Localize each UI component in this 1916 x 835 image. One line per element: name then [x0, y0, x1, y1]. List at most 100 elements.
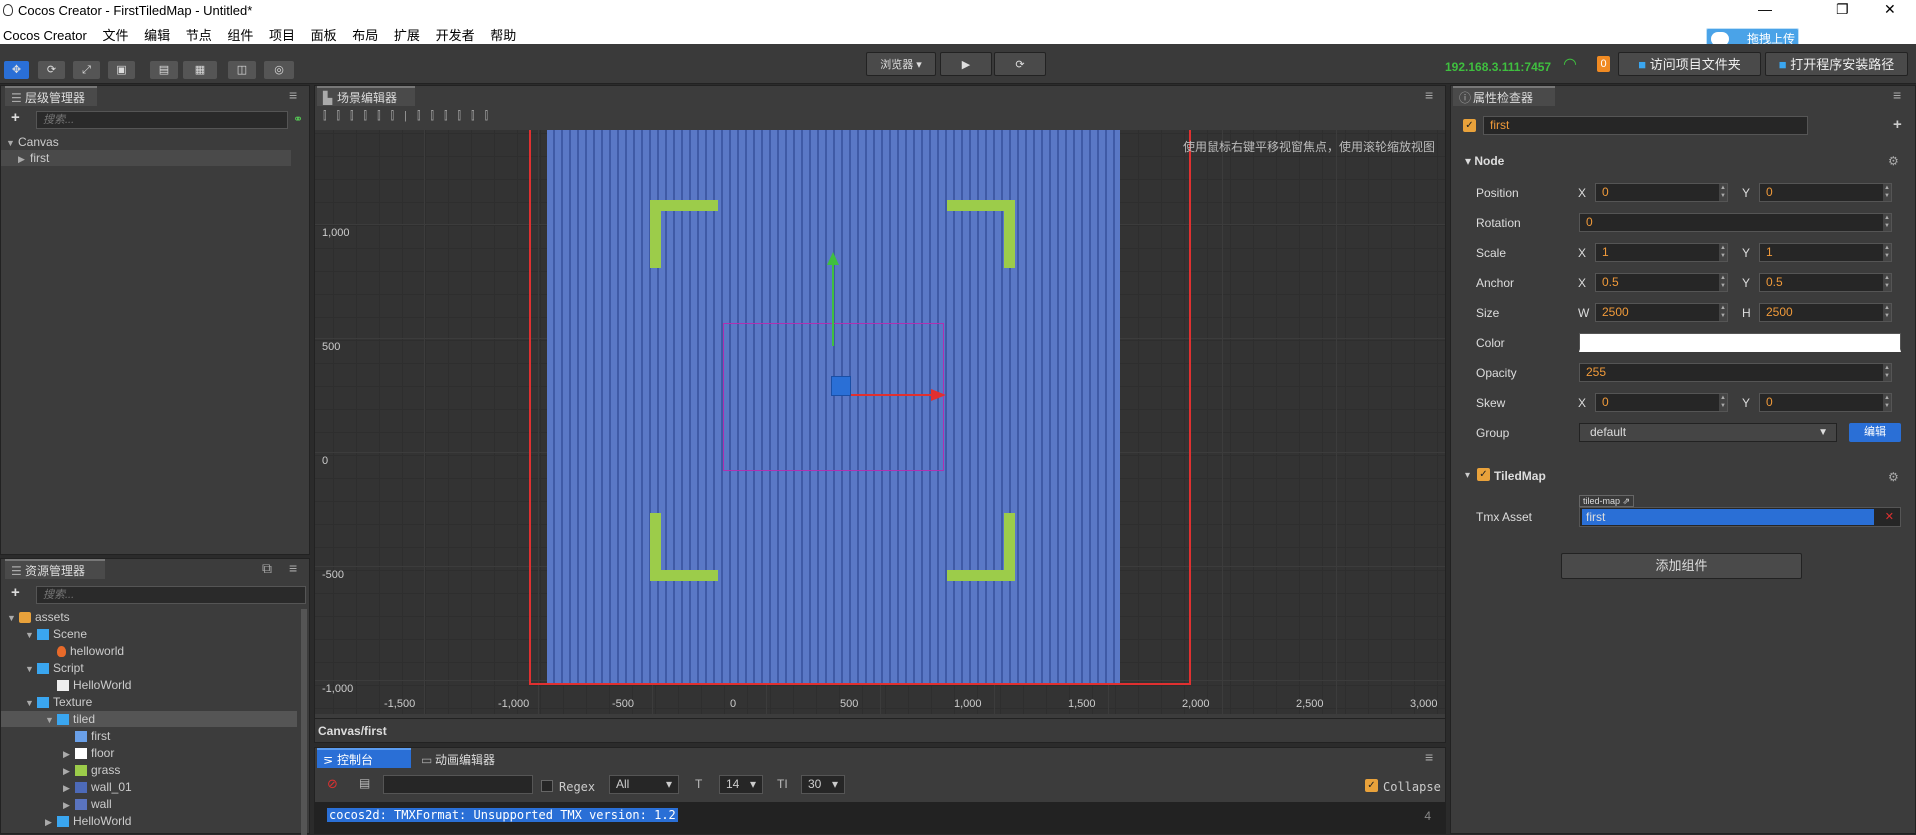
asset-item[interactable]: ▶ floor — [63, 745, 353, 761]
open-log-icon[interactable]: ▤ — [359, 776, 370, 790]
asset-item[interactable]: ▶ HelloWorld — [45, 813, 335, 829]
stepper-icon[interactable]: ▲ ▼ — [1883, 244, 1891, 261]
snap-toggle-button[interactable]: ◫ — [228, 61, 256, 79]
tab-hierarchy[interactable]: ☰ 层级管理器 — [5, 86, 97, 106]
tab-scene-editor[interactable]: ▙ 场景编辑器 — [317, 86, 415, 106]
asset-item-selected[interactable]: ▼ tiled — [1, 711, 297, 727]
tab-inspector[interactable]: ⓘ 属性检查器 — [1453, 86, 1555, 106]
scale-x-field[interactable]: 1 ▲ ▼ — [1595, 243, 1728, 262]
add-node-button[interactable]: + — [11, 109, 20, 126]
stepper-icon[interactable]: ▲ ▼ — [1883, 304, 1891, 321]
asset-item[interactable]: helloworld — [45, 643, 335, 659]
tiledmap-section-header[interactable]: TiledMap — [1494, 469, 1546, 483]
add-asset-button[interactable]: + — [11, 584, 20, 601]
tree-node-canvas[interactable]: ▼ Canvas — [6, 134, 296, 150]
asset-item[interactable]: ▼ assets — [7, 609, 297, 625]
play-button[interactable]: ▶ — [940, 52, 992, 76]
asset-item[interactable]: ▶ wall_01 — [63, 779, 353, 795]
stepper-icon[interactable]: ▲ ▼ — [1883, 184, 1891, 201]
log-level-select[interactable]: All ▾ — [609, 775, 679, 794]
tiledmap-collapse-arrow[interactable]: ▾ — [1465, 470, 1470, 481]
asset-item[interactable]: first — [63, 728, 353, 744]
tmx-asset-value[interactable]: first — [1582, 509, 1874, 525]
preview-platform-select[interactable]: 浏览器 ▾ — [866, 52, 936, 76]
console-filter-input[interactable] — [383, 775, 533, 794]
scale-tool-button[interactable]: ⤢ — [73, 61, 100, 79]
local-toggle-button[interactable]: ▦ — [183, 61, 217, 79]
panel-menu-icon[interactable]: ≡ — [1425, 87, 1433, 103]
scale-y-field[interactable]: 1 ▲ ▼ — [1759, 243, 1892, 262]
pivot-toggle-button[interactable]: ▤ — [150, 61, 178, 79]
skew-y-field[interactable]: 0 ▲ ▼ — [1759, 393, 1892, 412]
menu-cocos[interactable]: Cocos Creator — [3, 25, 87, 43]
add-component-button[interactable]: 添加组件 — [1561, 553, 1802, 579]
tmx-asset-field[interactable]: first ✕ — [1579, 507, 1901, 527]
asset-item[interactable]: ▼ Texture — [25, 694, 315, 710]
tab-console[interactable]: ⋝ 控制台 — [317, 748, 411, 768]
node-active-checkbox[interactable]: ✓ — [1463, 119, 1476, 132]
gear-icon[interactable]: ⚙ — [1888, 154, 1899, 168]
tab-assets[interactable]: ☰ 资源管理器 — [5, 559, 105, 579]
size-w-field[interactable]: 2500 ▲ ▼ — [1595, 303, 1728, 322]
stepper-icon[interactable]: ▲ ▼ — [1719, 304, 1727, 321]
stepper-icon[interactable]: ▲ ▼ — [1719, 274, 1727, 291]
gizmo-toggle-button[interactable]: ◎ — [264, 61, 294, 79]
group-edit-button[interactable]: 编辑 — [1849, 423, 1901, 442]
menu-help[interactable]: 帮助 — [490, 22, 516, 44]
rect-tool-button[interactable]: ▣ — [108, 61, 135, 79]
anchor-y-field[interactable]: 0.5 ▲ ▼ — [1759, 273, 1892, 292]
menu-project[interactable]: 项目 — [269, 22, 295, 44]
skew-x-field[interactable]: 0 ▲ ▼ — [1595, 393, 1728, 412]
menu-developer[interactable]: 开发者 — [436, 22, 475, 44]
assets-window-icon[interactable]: ⧉ — [262, 560, 272, 577]
panel-menu-icon[interactable]: ≡ — [1425, 749, 1433, 765]
menu-extension[interactable]: 扩展 — [394, 22, 420, 44]
anchor-x-field[interactable]: 0.5 ▲ ▼ — [1595, 273, 1728, 292]
position-y-field[interactable]: 0 ▲ ▼ — [1759, 183, 1892, 202]
group-select[interactable]: default ▼ — [1579, 423, 1837, 442]
size-h-field[interactable]: 2500 ▲ ▼ — [1759, 303, 1892, 322]
menu-node[interactable]: 节点 — [186, 22, 212, 44]
scene-viewport[interactable]: 使用鼠标右键平移视窗焦点，使用滚轮缩放视图 1,000 500 0 -500 -… — [315, 130, 1445, 714]
menu-layout[interactable]: 布局 — [352, 22, 378, 44]
open-project-folder-button[interactable]: ■ 访问项目文件夹 — [1618, 52, 1761, 76]
clear-icon[interactable]: ⊘ — [327, 776, 338, 792]
position-x-field[interactable]: 0 ▲ ▼ — [1595, 183, 1728, 202]
panel-menu-icon[interactable]: ≡ — [289, 560, 297, 576]
asset-item[interactable]: ▼ Scene — [25, 626, 315, 642]
node-section-header[interactable]: ▾ Node — [1465, 154, 1504, 168]
node-name-input[interactable]: first — [1483, 116, 1808, 135]
opacity-field[interactable]: 255 ▲ ▼ — [1579, 363, 1892, 382]
maximize-button[interactable]: ❐ — [1836, 1, 1849, 18]
close-button[interactable]: ✕ — [1884, 1, 1896, 18]
add-button[interactable]: + — [1893, 116, 1902, 133]
collapse-checkbox[interactable]: ✓ — [1365, 779, 1378, 792]
tiledmap-enabled-checkbox[interactable]: ✓ — [1477, 468, 1490, 481]
asset-item[interactable]: ▶ grass — [63, 762, 353, 778]
link-icon[interactable]: ⚭ — [293, 112, 303, 126]
move-tool-button[interactable]: ✥ — [4, 61, 29, 79]
stepper-icon[interactable]: ▲ ▼ — [1883, 394, 1891, 411]
minimize-button[interactable]: — — [1758, 1, 1772, 17]
rotate-tool-button[interactable]: ⟳ — [38, 61, 65, 79]
font-size-select[interactable]: 14 ▾ — [719, 775, 763, 794]
stepper-icon[interactable]: ▲ ▼ — [1719, 394, 1727, 411]
hierarchy-search-input[interactable]: 搜索... — [36, 111, 288, 129]
gear-icon[interactable]: ⚙ — [1888, 470, 1899, 484]
line-height-select[interactable]: 30 ▾ — [801, 775, 845, 794]
stepper-icon[interactable]: ▲ ▼ — [1883, 274, 1891, 291]
menu-panel[interactable]: 面板 — [311, 22, 337, 44]
color-swatch[interactable] — [1579, 333, 1901, 352]
menu-edit[interactable]: 编辑 — [144, 22, 170, 44]
assets-search-input[interactable]: 搜索... — [36, 586, 306, 604]
stepper-icon[interactable]: ▲ ▼ — [1719, 184, 1727, 201]
asset-item[interactable]: HelloWorld — [45, 677, 335, 693]
refresh-button[interactable]: ⟳ — [994, 52, 1046, 76]
panel-menu-icon[interactable]: ≡ — [289, 87, 297, 103]
tab-animation-editor[interactable]: ▭ 动画编辑器 — [415, 748, 511, 768]
asset-item[interactable]: ▼ Script — [25, 660, 315, 676]
menu-file[interactable]: 文件 — [102, 22, 128, 44]
stepper-icon[interactable]: ▲ ▼ — [1883, 214, 1891, 231]
stepper-icon[interactable]: ▲ ▼ — [1883, 364, 1891, 381]
menu-component[interactable]: 组件 — [227, 22, 253, 44]
